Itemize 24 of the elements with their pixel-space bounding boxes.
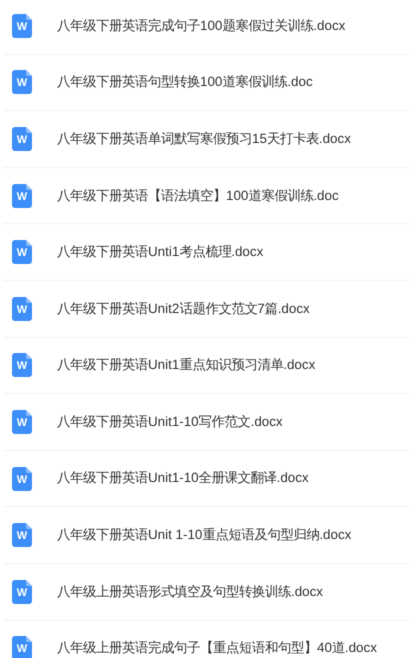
- word-file-icon: W: [12, 580, 32, 604]
- file-name[interactable]: 八年级下册英语Unit1重点知识预习清单.docx: [57, 355, 316, 376]
- file-name[interactable]: 八年级下册英语单词默写寒假预习15天打卡表.docx: [57, 128, 351, 150]
- word-file-icon: W: [12, 296, 32, 321]
- word-file-icon: W: [12, 126, 32, 151]
- file-name[interactable]: 八年级下册英语Unit2话题作文范文7篇.docx: [57, 298, 310, 319]
- word-file-icon: W: [12, 184, 32, 208]
- word-file-icon: W: [12, 240, 32, 264]
- word-file-icon: W: [12, 410, 32, 434]
- file-name[interactable]: 八年级下册英语Unit1-10写作范文.docx: [57, 412, 283, 432]
- file-name[interactable]: 八年级下册英语句型转换100道寒假训练.doc: [57, 72, 313, 92]
- word-file-icon: W: [12, 353, 32, 378]
- file-name[interactable]: 八年级上册英语形式填空及句型转换训练.docx: [57, 582, 324, 602]
- word-file-icon: W: [12, 14, 32, 38]
- file-name[interactable]: 八年级下册英语Unit 1-10重点短语及句型归纳.docx: [57, 525, 352, 546]
- word-file-icon: W: [12, 466, 32, 491]
- word-file-icon: W: [12, 70, 32, 94]
- file-name[interactable]: 八年级下册英语Unti1考点梳理.docx: [57, 242, 264, 262]
- file-name[interactable]: 八年级下册英语【语法填空】100道寒假训练.doc: [57, 186, 339, 206]
- word-file-icon: W: [12, 636, 32, 658]
- file-name[interactable]: 八年级下册英语完成句子100题寒假过关训练.docx: [57, 16, 346, 36]
- file-name[interactable]: 八年级下册英语Unit1-10全册课文翻译.docx: [57, 468, 309, 489]
- file-name[interactable]: 八年级上册英语完成句子【重点短语和句型】40道.docx: [57, 638, 377, 658]
- word-file-icon: W: [12, 523, 32, 548]
